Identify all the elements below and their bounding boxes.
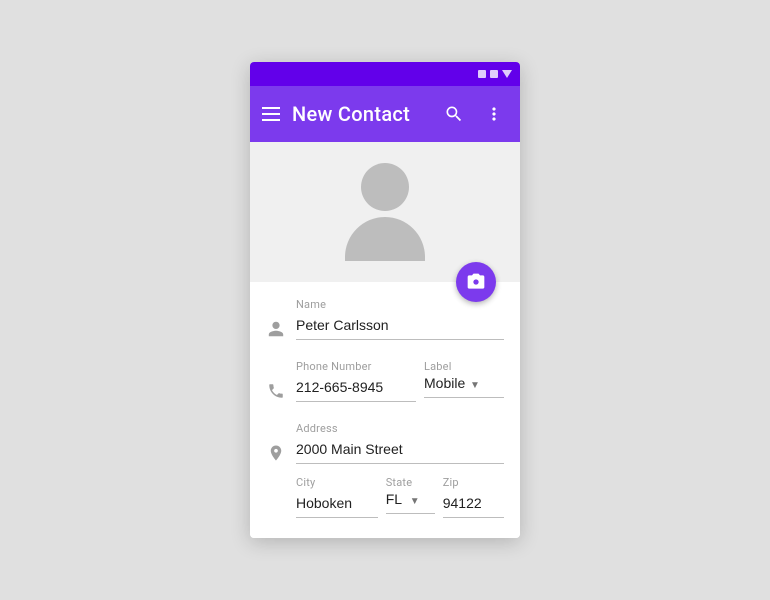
status-bar — [250, 62, 520, 86]
city-state-zip-row: City State FL NY CA TX NJ ▼ Zip — [296, 476, 504, 518]
city-label: City — [296, 476, 378, 489]
status-icon-1 — [478, 70, 486, 78]
address-label: Address — [296, 422, 504, 435]
zip-label: Zip — [443, 476, 504, 489]
address-wrapper: Address — [296, 422, 504, 464]
status-icon-2 — [490, 70, 498, 78]
phone-field-group: Phone Number Label Mobile Home Work Othe… — [296, 360, 504, 402]
phone-fields: Phone Number Label Mobile Home Work Othe… — [296, 360, 504, 402]
app-bar: New Contact — [250, 86, 520, 142]
person-icon — [267, 320, 285, 338]
location-icon-wrapper — [266, 444, 286, 462]
search-icon[interactable] — [440, 100, 468, 128]
name-field-wrapper: Name — [296, 298, 504, 340]
state-label: State — [386, 476, 435, 489]
state-select-wrapper: FL NY CA TX NJ ▼ — [386, 491, 435, 514]
phone-row: Phone Number Label Mobile Home Work Othe… — [266, 360, 504, 402]
avatar-body — [345, 217, 425, 261]
phone-icon-wrapper — [266, 382, 286, 400]
hamburger-icon[interactable] — [262, 107, 280, 121]
zip-input[interactable] — [443, 491, 504, 518]
camera-fab-button[interactable] — [456, 262, 496, 302]
phone-label: Phone Number — [296, 360, 416, 373]
phone-icon — [267, 382, 285, 400]
phone-type-label: Label — [424, 360, 504, 373]
city-input[interactable] — [296, 491, 378, 518]
name-row: Name — [266, 298, 504, 340]
person-icon-wrapper — [266, 320, 286, 338]
phone-frame: New Contact — [250, 62, 520, 538]
status-icon-signal — [502, 70, 512, 78]
form-section: Name Phone Number Label — [250, 282, 520, 538]
phone-input[interactable] — [296, 375, 416, 402]
address-fields: Address — [296, 422, 504, 464]
state-select[interactable]: FL NY CA TX NJ — [386, 491, 420, 507]
avatar-section — [250, 142, 520, 282]
state-wrapper: State FL NY CA TX NJ ▼ — [386, 476, 435, 518]
phone-type-wrapper: Label Mobile Home Work Other ▼ — [424, 360, 504, 402]
location-icon — [267, 444, 285, 462]
camera-icon — [466, 272, 486, 292]
address-row: Address — [266, 422, 504, 464]
avatar — [345, 163, 425, 261]
more-vert-icon[interactable] — [480, 100, 508, 128]
address-input[interactable] — [296, 437, 504, 464]
page-title: New Contact — [292, 102, 428, 126]
avatar-head — [361, 163, 409, 211]
zip-wrapper: Zip — [443, 476, 504, 518]
name-input[interactable] — [296, 313, 504, 340]
city-wrapper: City — [296, 476, 378, 518]
phone-number-wrapper: Phone Number — [296, 360, 416, 402]
phone-type-select-wrapper: Mobile Home Work Other ▼ — [424, 375, 504, 398]
name-fields: Name — [296, 298, 504, 340]
phone-type-select[interactable]: Mobile Home Work Other — [424, 375, 480, 391]
